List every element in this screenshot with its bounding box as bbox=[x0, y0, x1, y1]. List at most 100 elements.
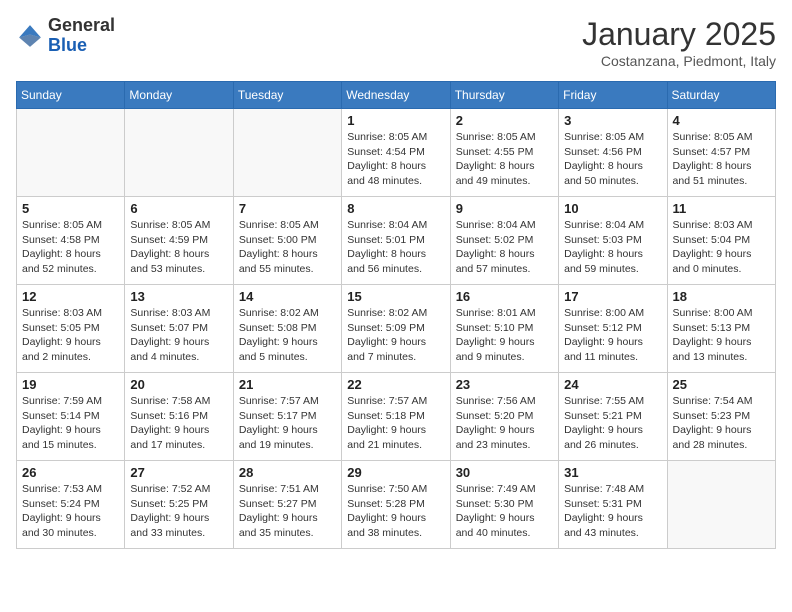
day-number: 6 bbox=[130, 201, 227, 216]
calendar-week-row: 12Sunrise: 8:03 AM Sunset: 5:05 PM Dayli… bbox=[17, 285, 776, 373]
day-info: Sunrise: 8:05 AM Sunset: 4:56 PM Dayligh… bbox=[564, 130, 661, 189]
title-block: January 2025 Costanzana, Piedmont, Italy bbox=[582, 16, 776, 69]
day-info: Sunrise: 8:03 AM Sunset: 5:05 PM Dayligh… bbox=[22, 306, 119, 365]
day-info: Sunrise: 7:54 AM Sunset: 5:23 PM Dayligh… bbox=[673, 394, 770, 453]
day-info: Sunrise: 7:51 AM Sunset: 5:27 PM Dayligh… bbox=[239, 482, 336, 541]
day-number: 19 bbox=[22, 377, 119, 392]
day-number: 26 bbox=[22, 465, 119, 480]
calendar-cell: 9 Sunrise: 8:04 AM Sunset: 5:02 PM Daylig… bbox=[450, 197, 558, 285]
day-info: Sunrise: 7:50 AM Sunset: 5:28 PM Dayligh… bbox=[347, 482, 444, 541]
calendar-cell: 21Sunrise: 7:57 AM Sunset: 5:17 PM Dayli… bbox=[233, 373, 341, 461]
calendar-cell bbox=[125, 109, 233, 197]
calendar-cell: 30 Sunrise: 7:49 AM Sunset: 5:30 PM Dayli… bbox=[450, 461, 558, 549]
calendar-table: SundayMondayTuesdayWednesdayThursdayFrid… bbox=[16, 81, 776, 549]
day-info: Sunrise: 8:00 AM Sunset: 5:12 PM Dayligh… bbox=[564, 306, 661, 365]
day-number: 14 bbox=[239, 289, 336, 304]
day-info: Sunrise: 7:56 AM Sunset: 5:20 PM Dayligh… bbox=[456, 394, 553, 453]
calendar-cell: 13Sunrise: 8:03 AM Sunset: 5:07 PM Dayli… bbox=[125, 285, 233, 373]
calendar-cell: 4 Sunrise: 8:05 AM Sunset: 4:57 PM Daylig… bbox=[667, 109, 775, 197]
day-number: 20 bbox=[130, 377, 227, 392]
day-number: 15 bbox=[347, 289, 444, 304]
day-info: Sunrise: 7:53 AM Sunset: 5:24 PM Dayligh… bbox=[22, 482, 119, 541]
day-number: 1 bbox=[347, 113, 444, 128]
day-info: Sunrise: 8:04 AM Sunset: 5:01 PM Dayligh… bbox=[347, 218, 444, 277]
logo: General Blue bbox=[16, 16, 115, 56]
calendar-week-row: 1 Sunrise: 8:05 AM Sunset: 4:54 PM Daylig… bbox=[17, 109, 776, 197]
calendar-cell: 7 Sunrise: 8:05 AM Sunset: 5:00 PM Daylig… bbox=[233, 197, 341, 285]
calendar-cell: 16 Sunrise: 8:01 AM Sunset: 5:10 PM Dayli… bbox=[450, 285, 558, 373]
calendar-cell: 23 Sunrise: 7:56 AM Sunset: 5:20 PM Dayli… bbox=[450, 373, 558, 461]
day-number: 21 bbox=[239, 377, 336, 392]
day-info: Sunrise: 8:05 AM Sunset: 4:59 PM Dayligh… bbox=[130, 218, 227, 277]
logo-general-text: General bbox=[48, 15, 115, 35]
calendar-cell bbox=[667, 461, 775, 549]
calendar-cell: 27Sunrise: 7:52 AM Sunset: 5:25 PM Dayli… bbox=[125, 461, 233, 549]
day-info: Sunrise: 8:01 AM Sunset: 5:10 PM Dayligh… bbox=[456, 306, 553, 365]
day-info: Sunrise: 8:05 AM Sunset: 4:54 PM Dayligh… bbox=[347, 130, 444, 189]
day-number: 30 bbox=[456, 465, 553, 480]
day-info: Sunrise: 7:48 AM Sunset: 5:31 PM Dayligh… bbox=[564, 482, 661, 541]
day-of-week-header: Thursday bbox=[450, 82, 558, 109]
day-number: 16 bbox=[456, 289, 553, 304]
day-number: 7 bbox=[239, 201, 336, 216]
day-info: Sunrise: 7:58 AM Sunset: 5:16 PM Dayligh… bbox=[130, 394, 227, 453]
day-info: Sunrise: 8:05 AM Sunset: 4:55 PM Dayligh… bbox=[456, 130, 553, 189]
day-number: 29 bbox=[347, 465, 444, 480]
day-info: Sunrise: 8:04 AM Sunset: 5:02 PM Dayligh… bbox=[456, 218, 553, 277]
calendar-cell: 6 Sunrise: 8:05 AM Sunset: 4:59 PM Daylig… bbox=[125, 197, 233, 285]
day-of-week-header: Tuesday bbox=[233, 82, 341, 109]
calendar-cell: 17 Sunrise: 8:00 AM Sunset: 5:12 PM Dayli… bbox=[559, 285, 667, 373]
day-number: 31 bbox=[564, 465, 661, 480]
day-info: Sunrise: 8:04 AM Sunset: 5:03 PM Dayligh… bbox=[564, 218, 661, 277]
day-number: 4 bbox=[673, 113, 770, 128]
logo-icon bbox=[16, 22, 44, 50]
day-info: Sunrise: 7:49 AM Sunset: 5:30 PM Dayligh… bbox=[456, 482, 553, 541]
logo-blue-text: Blue bbox=[48, 35, 87, 55]
month-title: January 2025 bbox=[582, 16, 776, 53]
day-number: 2 bbox=[456, 113, 553, 128]
calendar-cell: 1 Sunrise: 8:05 AM Sunset: 4:54 PM Daylig… bbox=[342, 109, 450, 197]
calendar-cell: 22Sunrise: 7:57 AM Sunset: 5:18 PM Dayli… bbox=[342, 373, 450, 461]
day-number: 5 bbox=[22, 201, 119, 216]
calendar-cell: 11Sunrise: 8:03 AM Sunset: 5:04 PM Dayli… bbox=[667, 197, 775, 285]
location-subtitle: Costanzana, Piedmont, Italy bbox=[582, 53, 776, 69]
calendar-week-row: 5Sunrise: 8:05 AM Sunset: 4:58 PM Daylig… bbox=[17, 197, 776, 285]
day-number: 25 bbox=[673, 377, 770, 392]
day-of-week-header: Wednesday bbox=[342, 82, 450, 109]
calendar-cell: 24 Sunrise: 7:55 AM Sunset: 5:21 PM Dayli… bbox=[559, 373, 667, 461]
day-number: 24 bbox=[564, 377, 661, 392]
day-number: 9 bbox=[456, 201, 553, 216]
day-info: Sunrise: 8:05 AM Sunset: 4:57 PM Dayligh… bbox=[673, 130, 770, 189]
calendar-cell: 5Sunrise: 8:05 AM Sunset: 4:58 PM Daylig… bbox=[17, 197, 125, 285]
day-info: Sunrise: 7:59 AM Sunset: 5:14 PM Dayligh… bbox=[22, 394, 119, 453]
day-info: Sunrise: 8:02 AM Sunset: 5:08 PM Dayligh… bbox=[239, 306, 336, 365]
day-of-week-header: Friday bbox=[559, 82, 667, 109]
day-info: Sunrise: 7:52 AM Sunset: 5:25 PM Dayligh… bbox=[130, 482, 227, 541]
calendar-cell: 8 Sunrise: 8:04 AM Sunset: 5:01 PM Daylig… bbox=[342, 197, 450, 285]
calendar-week-row: 19 Sunrise: 7:59 AM Sunset: 5:14 PM Dayli… bbox=[17, 373, 776, 461]
calendar-cell: 19 Sunrise: 7:59 AM Sunset: 5:14 PM Dayli… bbox=[17, 373, 125, 461]
day-number: 23 bbox=[456, 377, 553, 392]
day-info: Sunrise: 8:03 AM Sunset: 5:07 PM Dayligh… bbox=[130, 306, 227, 365]
calendar-cell: 25 Sunrise: 7:54 AM Sunset: 5:23 PM Dayli… bbox=[667, 373, 775, 461]
day-info: Sunrise: 8:02 AM Sunset: 5:09 PM Dayligh… bbox=[347, 306, 444, 365]
calendar-cell: 28 Sunrise: 7:51 AM Sunset: 5:27 PM Dayli… bbox=[233, 461, 341, 549]
day-of-week-header: Sunday bbox=[17, 82, 125, 109]
day-info: Sunrise: 8:03 AM Sunset: 5:04 PM Dayligh… bbox=[673, 218, 770, 277]
calendar-cell bbox=[17, 109, 125, 197]
day-of-week-header: Saturday bbox=[667, 82, 775, 109]
day-number: 28 bbox=[239, 465, 336, 480]
day-info: Sunrise: 7:55 AM Sunset: 5:21 PM Dayligh… bbox=[564, 394, 661, 453]
calendar-cell: 12Sunrise: 8:03 AM Sunset: 5:05 PM Dayli… bbox=[17, 285, 125, 373]
day-number: 3 bbox=[564, 113, 661, 128]
calendar-cell: 20 Sunrise: 7:58 AM Sunset: 5:16 PM Dayli… bbox=[125, 373, 233, 461]
calendar-cell: 14 Sunrise: 8:02 AM Sunset: 5:08 PM Dayli… bbox=[233, 285, 341, 373]
calendar-week-row: 26 Sunrise: 7:53 AM Sunset: 5:24 PM Dayli… bbox=[17, 461, 776, 549]
day-number: 22 bbox=[347, 377, 444, 392]
calendar-cell: 2 Sunrise: 8:05 AM Sunset: 4:55 PM Daylig… bbox=[450, 109, 558, 197]
page-header: General Blue January 2025 Costanzana, Pi… bbox=[16, 16, 776, 69]
day-number: 8 bbox=[347, 201, 444, 216]
calendar-cell bbox=[233, 109, 341, 197]
day-info: Sunrise: 8:05 AM Sunset: 5:00 PM Dayligh… bbox=[239, 218, 336, 277]
day-number: 17 bbox=[564, 289, 661, 304]
